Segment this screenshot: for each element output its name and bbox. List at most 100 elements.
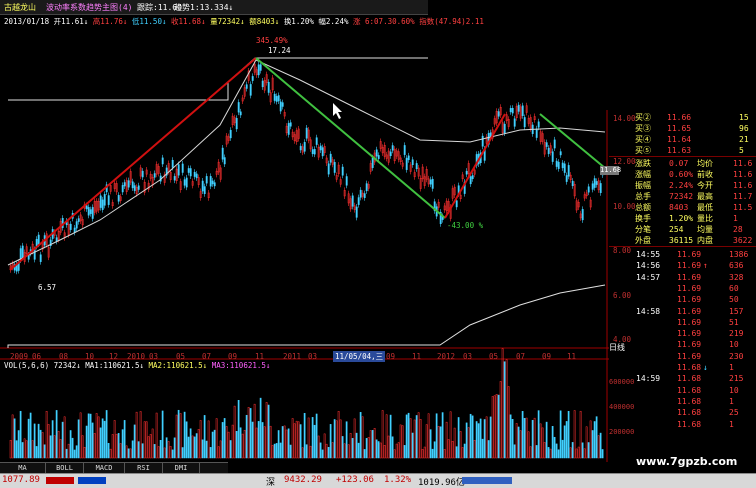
volume-bar — [393, 449, 396, 459]
volume-bar — [573, 410, 576, 459]
time-tick: 05 — [489, 352, 499, 361]
stat-key: 内盘 — [697, 236, 713, 245]
candle-body — [415, 163, 418, 170]
volume-bar — [179, 413, 182, 459]
volume-bar — [419, 419, 422, 459]
volume-bar — [111, 434, 114, 459]
volume-bar — [23, 438, 26, 459]
stat-key: 最高 — [697, 192, 713, 201]
status-market[interactable]: 深 — [266, 475, 275, 488]
stat-value: 0.07 — [669, 159, 689, 168]
volume-bar — [533, 417, 536, 459]
candle-body — [431, 178, 434, 189]
volume-bar — [133, 424, 136, 459]
volume-bar — [357, 442, 360, 459]
volume-bar — [411, 432, 414, 459]
volume-bar — [47, 424, 50, 459]
volume-bar — [59, 439, 62, 459]
tick-time: 14:55 — [636, 250, 661, 259]
volume-bar — [253, 403, 256, 459]
volume-bar — [405, 414, 408, 459]
volume-bar — [141, 443, 144, 459]
volume-bar — [499, 381, 502, 459]
buy-level-label: 买③ — [635, 124, 651, 133]
candle-body — [173, 176, 176, 181]
candle-body — [559, 151, 562, 156]
volume-bar — [165, 437, 168, 459]
volume-bar — [279, 442, 282, 459]
volume-bar — [527, 431, 530, 459]
volume-bar — [275, 443, 278, 459]
candle-body — [237, 102, 240, 113]
volume-bar — [243, 429, 246, 459]
volume-bar — [417, 412, 420, 459]
volume-bar — [169, 446, 172, 459]
volume-bar — [61, 421, 64, 459]
mouse-cursor-icon — [333, 103, 342, 119]
candle-body — [563, 163, 566, 173]
tick-row: 11.68 ↓ 1 — [609, 362, 756, 373]
volume-bar — [383, 445, 386, 459]
tab-ma[interactable]: MA — [0, 463, 46, 473]
volume-bar — [123, 420, 126, 459]
tick-volume: 230 — [729, 351, 744, 361]
tick-row: 11.69 60 — [609, 283, 756, 294]
status-bar: 1077.89 深 9432.29 +123.06 1.32% 1019.96亿 — [0, 473, 756, 488]
buy-level-price: 11.64 — [667, 135, 692, 144]
tab-rsi[interactable]: RSI — [125, 463, 163, 473]
volume-bar — [483, 419, 486, 459]
tick-volume: 215 — [729, 374, 744, 384]
volume-bar — [299, 424, 302, 459]
candle-body — [357, 197, 360, 205]
tick-volume: 10 — [729, 340, 739, 350]
recent-green-line — [539, 113, 606, 169]
tab-macd[interactable]: MACD — [84, 463, 125, 473]
volume-bar — [37, 423, 40, 459]
tick-price: 11.69 — [677, 340, 702, 350]
volume-bar — [83, 447, 86, 459]
candle-body — [355, 206, 358, 218]
volume-bar — [55, 410, 58, 459]
volume-bar — [601, 449, 604, 459]
status-gauge — [462, 477, 512, 484]
volume-bar — [185, 421, 188, 459]
tick-volume: 1 — [729, 419, 734, 429]
volume-bar — [387, 435, 390, 459]
candle-body — [377, 155, 380, 159]
volume-bar — [259, 397, 262, 459]
candle-body — [471, 175, 474, 179]
tick-row: 11.69 50 — [609, 294, 756, 305]
volume-bar — [599, 432, 602, 459]
candle-body — [547, 147, 550, 155]
volume-bar — [301, 447, 304, 459]
volume-bar — [289, 444, 292, 459]
tab-dmi[interactable]: DMI — [163, 463, 200, 473]
candle-body — [465, 170, 468, 175]
quote-stat-row: 总手 72342 最高 11.7 — [609, 191, 756, 202]
candle-body — [87, 207, 90, 216]
volume-bar — [77, 419, 80, 459]
volume-bar — [57, 430, 60, 459]
volume-bar — [311, 417, 314, 459]
volume-bar — [549, 448, 552, 459]
volume-bar — [257, 421, 260, 459]
tab-boll[interactable]: BOLL — [46, 463, 84, 473]
tick-row: 11.68 25 — [609, 407, 756, 418]
candle-body — [69, 223, 72, 230]
volume-bar — [97, 416, 100, 459]
time-tick: 03 — [463, 352, 473, 361]
candle-body — [229, 129, 232, 139]
stat-value: 0.60% — [669, 170, 694, 179]
tick-row: 11.69 219 — [609, 328, 756, 339]
volume-bar — [447, 439, 450, 459]
candle-body — [509, 108, 512, 113]
candle-body — [127, 180, 130, 188]
volume-bar — [291, 418, 294, 459]
candle-body — [561, 162, 564, 169]
volume-bar — [337, 411, 340, 459]
volume-bar — [443, 449, 446, 459]
candle-body — [389, 151, 392, 157]
candle-body — [497, 111, 500, 117]
volume-bar — [555, 443, 558, 459]
kline-chart[interactable] — [0, 0, 609, 462]
